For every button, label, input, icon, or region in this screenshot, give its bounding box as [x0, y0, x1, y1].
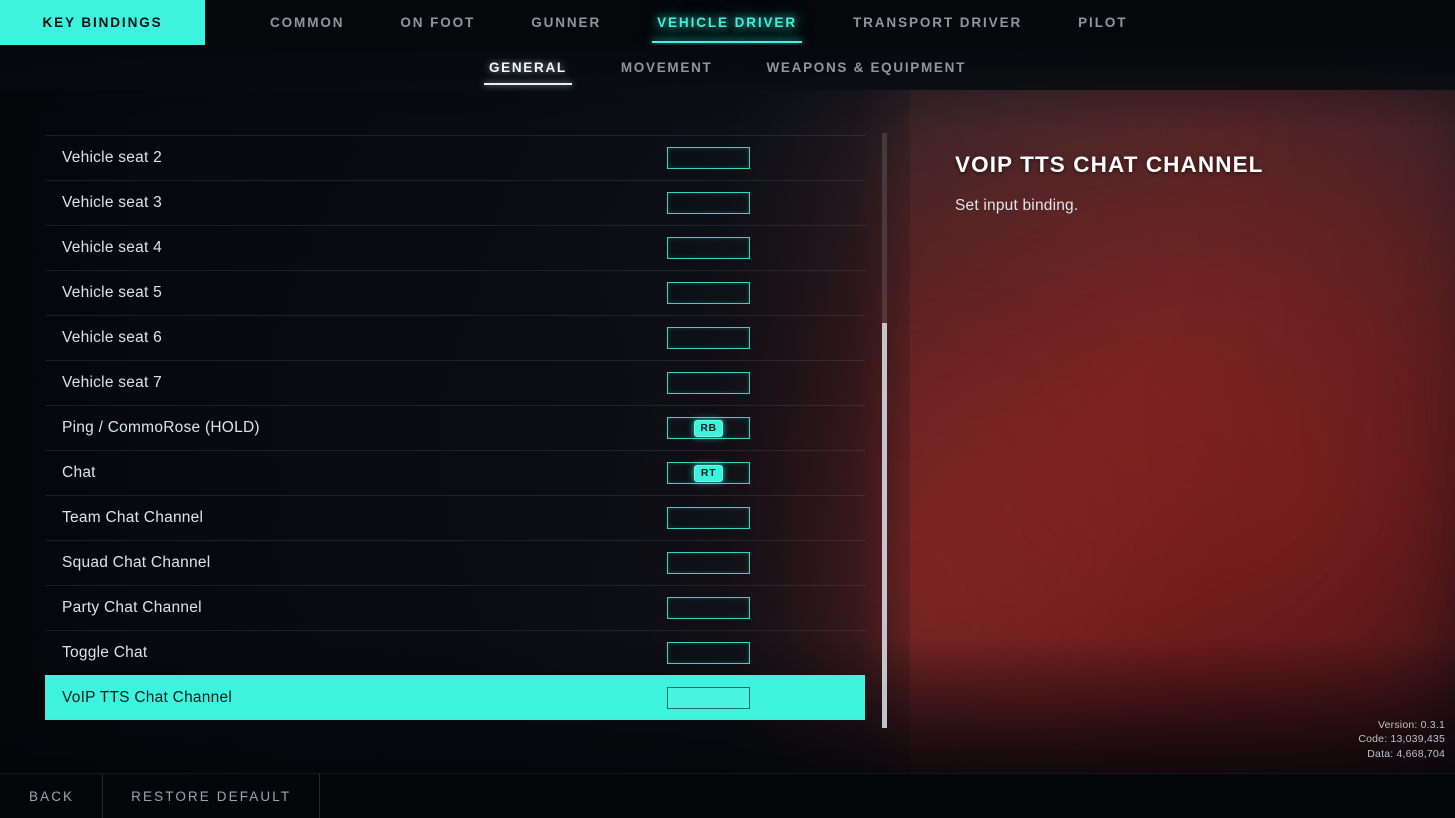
binding-row-label: Vehicle seat 5 [62, 284, 163, 301]
binding-box[interactable] [667, 147, 750, 169]
sub-tab-movement[interactable]: MOVEMENT [594, 45, 740, 90]
binding-row[interactable]: Vehicle seat 5 [45, 270, 865, 315]
restore-default-button[interactable]: RESTORE DEFAULT [103, 774, 321, 818]
binding-row[interactable]: Toggle Chat [45, 630, 865, 675]
main-tab-gunner[interactable]: GUNNER [503, 0, 629, 45]
key-bindings-list: Vehicle seat 2 Vehicle seat 3 Vehicle seat… [45, 135, 865, 727]
sub-tab-weapons-equipment[interactable]: WEAPONS & EQUIPMENT [739, 45, 993, 90]
binding-row[interactable]: VoIP TTS Chat Channel [45, 675, 865, 720]
scrollbar-thumb[interactable] [882, 323, 887, 728]
binding-box[interactable] [667, 237, 750, 259]
binding-box[interactable] [667, 552, 750, 574]
key-bindings-title-label: KEY BINDINGS [42, 15, 163, 30]
detail-title: VOIP TTS CHAT CHANNEL [955, 152, 1264, 177]
binding-row[interactable]: Vehicle seat 7 [45, 360, 865, 405]
binding-slot[interactable] [667, 642, 750, 664]
main-tab-vehicle-driver[interactable]: VEHICLE DRIVER [629, 0, 825, 45]
binding-box[interactable] [667, 327, 750, 349]
binding-slot[interactable] [667, 192, 750, 214]
binding-slot[interactable] [667, 282, 750, 304]
binding-box[interactable] [667, 372, 750, 394]
binding-slot[interactable] [667, 147, 750, 169]
binding-row[interactable]: Vehicle seat 3 [45, 180, 865, 225]
binding-slot[interactable] [667, 597, 750, 619]
sub-navigation-bar: GENERAL MOVEMENT WEAPONS & EQUIPMENT [0, 45, 1455, 90]
binding-row[interactable]: Vehicle seat 6 [45, 315, 865, 360]
binding-slot[interactable] [667, 686, 750, 709]
binding-row[interactable]: Ping / CommoRose (HOLD) RB [45, 405, 865, 450]
binding-slot[interactable] [667, 327, 750, 349]
binding-box[interactable] [667, 282, 750, 304]
binding-row-label: Toggle Chat [62, 644, 148, 661]
binding-row[interactable]: Vehicle seat 2 [45, 135, 865, 180]
binding-box[interactable]: RB [667, 417, 750, 439]
binding-slot[interactable] [667, 237, 750, 259]
main-tab-list: COMMON ON FOOT GUNNER VEHICLE DRIVER TRANSPO… [205, 0, 1155, 45]
code-line: Code: 13,039,435 [1358, 733, 1445, 746]
list-scrollbar[interactable] [882, 133, 887, 728]
detail-description: Set input binding. [955, 197, 1079, 214]
binding-row[interactable]: Squad Chat Channel [45, 540, 865, 585]
binding-row-label: Team Chat Channel [62, 509, 204, 526]
back-button[interactable]: BACK [0, 774, 104, 818]
binding-row-label: Party Chat Channel [62, 599, 202, 616]
main-tab-transport-driver[interactable]: TRANSPORT DRIVER [825, 0, 1050, 45]
bottom-action-bar: BACK RESTORE DEFAULT [0, 773, 1455, 818]
binding-row-label: Vehicle seat 3 [62, 194, 163, 211]
binding-row[interactable]: Team Chat Channel [45, 495, 865, 540]
version-line: Version: 0.3.1 [1377, 719, 1445, 731]
binding-slot[interactable]: RB [667, 417, 750, 439]
main-tab-common[interactable]: COMMON [242, 0, 372, 45]
binding-slot[interactable]: RT [667, 462, 750, 484]
binding-row-label: VoIP TTS Chat Channel [62, 688, 233, 706]
binding-box[interactable] [667, 192, 750, 214]
binding-row-label: Vehicle seat 4 [62, 239, 163, 256]
key-chip: RT [694, 464, 723, 482]
binding-row-label: Squad Chat Channel [62, 554, 211, 571]
settings-screen: KEY BINDINGS COMMON ON FOOT GUNNER VEHICLE … [0, 0, 1455, 818]
binding-box[interactable] [667, 642, 750, 664]
main-tab-on-foot[interactable]: ON FOOT [372, 0, 503, 45]
data-line: Data: 4,668,704 [1367, 747, 1445, 760]
binding-slot[interactable] [667, 552, 750, 574]
binding-box[interactable]: RT [667, 462, 750, 484]
version-info: Version: 0.3.1 Code: 13,039,435 Data: 4,… [1358, 718, 1445, 761]
binding-row-label: Vehicle seat 7 [62, 374, 163, 391]
key-bindings-title-tab: KEY BINDINGS [0, 0, 205, 45]
binding-row-label: Ping / CommoRose (HOLD) [62, 419, 260, 436]
binding-row-label: Vehicle seat 6 [62, 329, 163, 346]
binding-row[interactable]: Vehicle seat 4 [45, 225, 865, 270]
sub-tab-general[interactable]: GENERAL [462, 45, 594, 90]
binding-row[interactable]: Chat RT [45, 450, 865, 495]
binding-box[interactable] [667, 686, 750, 709]
binding-row-label: Chat [62, 464, 96, 481]
binding-box[interactable] [667, 597, 750, 619]
top-navigation-bar: KEY BINDINGS COMMON ON FOOT GUNNER VEHICLE … [0, 0, 1455, 45]
binding-row[interactable]: Party Chat Channel [45, 585, 865, 630]
main-tab-pilot[interactable]: PILOT [1050, 0, 1155, 45]
binding-row-label: Vehicle seat 2 [62, 149, 163, 166]
key-chip: RB [694, 419, 723, 437]
binding-box[interactable] [667, 507, 750, 529]
binding-slot[interactable] [667, 507, 750, 529]
binding-slot[interactable] [667, 372, 750, 394]
detail-panel: VOIP TTS CHAT CHANNEL Set input binding. [955, 152, 1425, 215]
